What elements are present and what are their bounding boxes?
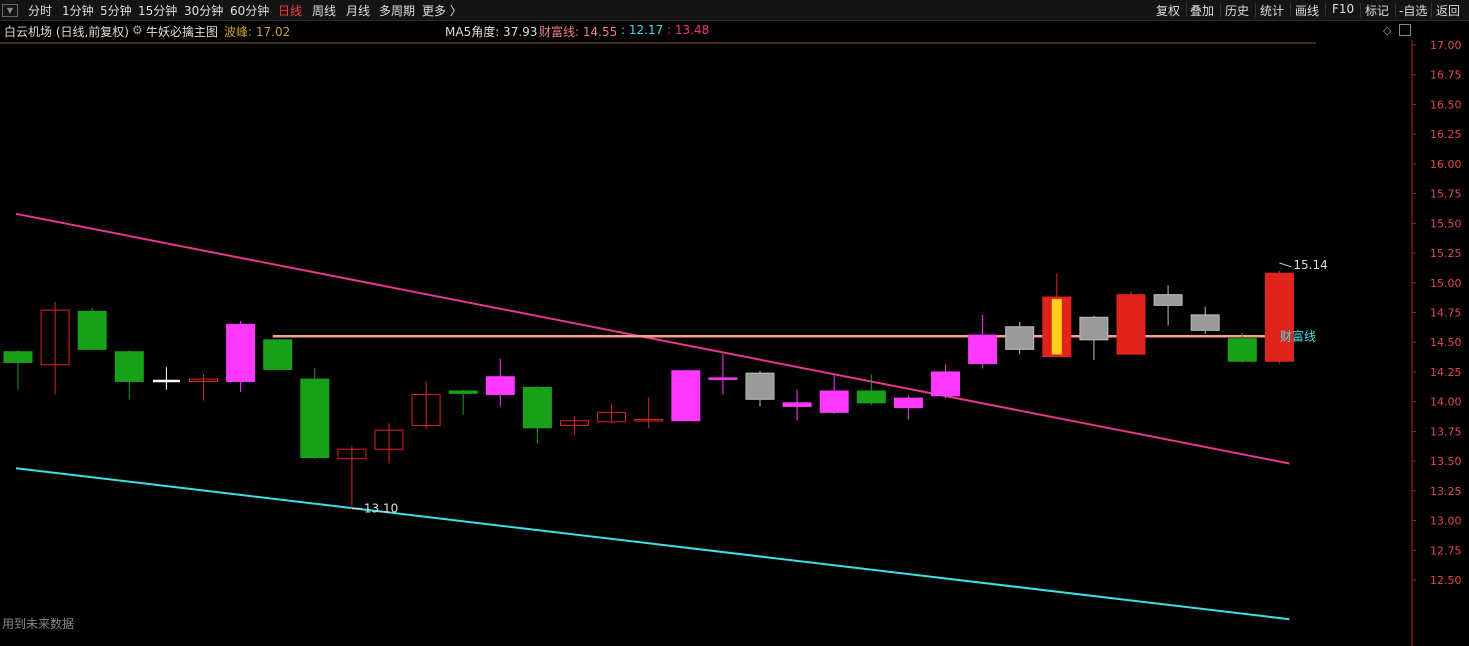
candle-body [114,351,144,382]
candle-body [856,390,886,404]
candle-body [968,334,998,365]
y-tick-label: 15.50 [1430,217,1462,230]
y-tick-label: 13.75 [1430,425,1462,438]
y-tick-label: 12.75 [1430,544,1462,557]
y-tick-label: 13.50 [1430,455,1462,468]
y-tick-label: 16.75 [1430,69,1462,82]
low-price-label: 13.10 [364,502,398,516]
candle-body [819,390,849,413]
candle-body [3,351,33,363]
candle-body [1264,272,1294,362]
candle-body [485,376,515,396]
y-tick-label: 14.00 [1430,396,1462,409]
y-tick-label: 13.00 [1430,515,1462,528]
candle-body [931,371,960,397]
candle-body [263,339,293,371]
candle-body [745,372,775,400]
y-tick-label: 16.00 [1430,158,1462,171]
y-tick-label: 14.75 [1430,307,1462,320]
y-tick-label: 15.00 [1430,277,1462,290]
candle-highlight [1051,299,1062,355]
caifu-line-label: 财富线 [1280,328,1316,343]
y-tick-label: 17.00 [1430,39,1462,52]
y-tick-label: 13.25 [1430,485,1462,498]
candle-body [1153,294,1183,306]
candle-body [782,402,812,407]
y-tick-label: 15.75 [1430,188,1462,201]
high-price-pointer [1279,262,1292,268]
future-data-note: 用到未来数据 [2,617,75,631]
candle-body [152,379,180,383]
candle-body [300,378,330,459]
candle-body [1005,326,1035,350]
candle-body [226,323,256,382]
high-price-label: 15.14 [1293,258,1327,272]
candle-body [522,386,552,429]
candle-body [448,390,478,394]
candle-body [1227,338,1257,362]
y-tick-label: 14.50 [1430,336,1462,349]
candle-body [893,397,923,409]
candle-body [671,370,701,422]
candlestick-chart: 17.00 16.75 16.50 16.25 16.00 15.75 15.50 15.25… [0,39,1462,646]
candle-body [708,377,738,380]
y-tick-label: 14.25 [1430,366,1462,379]
candle-body [1190,314,1220,331]
trend-line-cyan_trend [15,467,1290,621]
candle-body [1116,294,1146,355]
y-tick-label: 15.25 [1430,247,1462,260]
y-tick-label: 16.50 [1430,98,1462,111]
y-tick-label: 12.50 [1430,574,1462,587]
y-tick-label: 16.25 [1430,128,1462,141]
candle-body [77,310,107,350]
candle-body [1079,316,1109,341]
